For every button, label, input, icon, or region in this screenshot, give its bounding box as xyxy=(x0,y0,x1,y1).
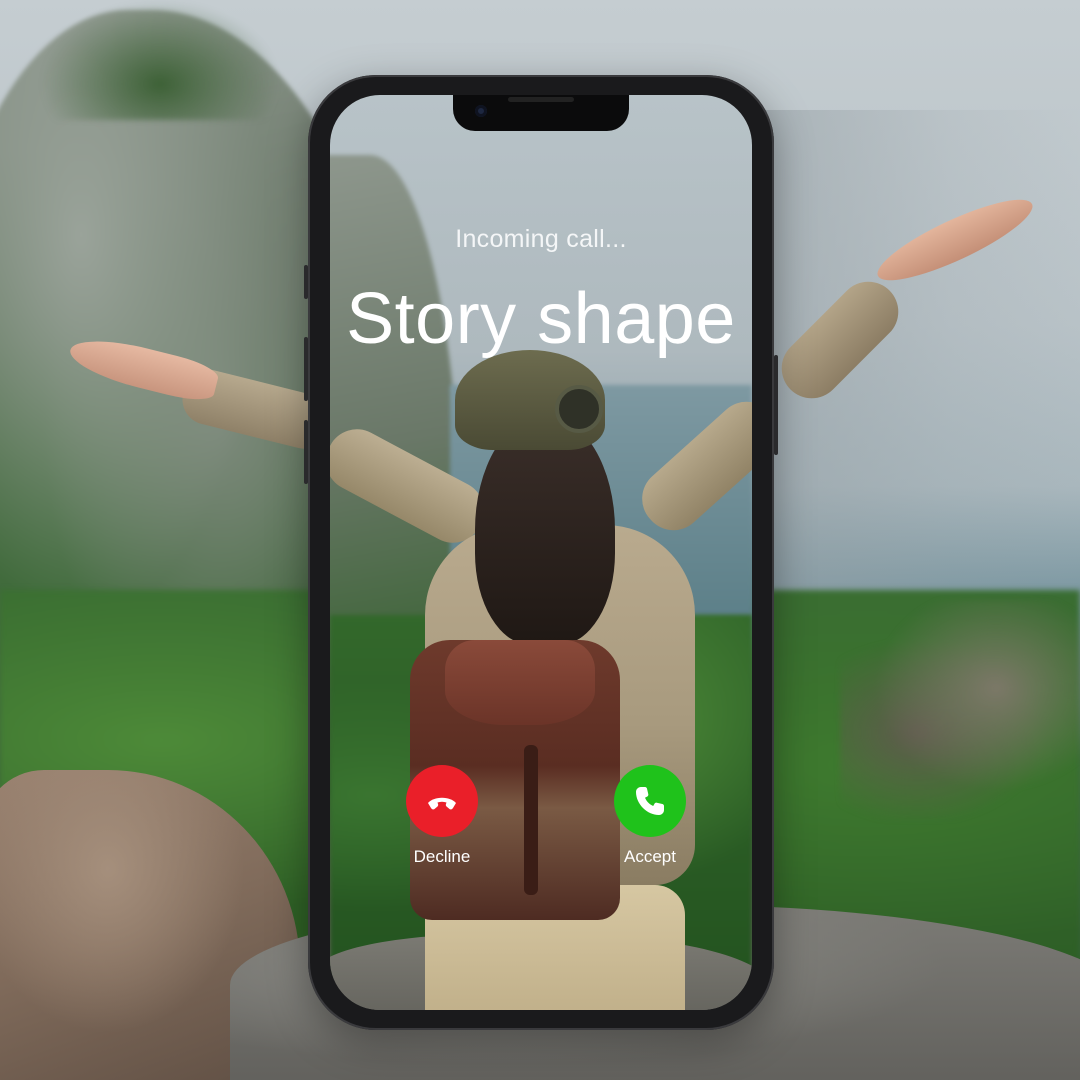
phone-icon xyxy=(636,787,664,815)
earpiece-speaker xyxy=(508,97,574,102)
cap-goggles xyxy=(555,385,603,433)
arm-right-outside xyxy=(769,185,1050,470)
call-status: Incoming call... xyxy=(455,225,627,253)
rocks-right xyxy=(840,600,1080,820)
phone-hangup-icon xyxy=(428,797,456,810)
accept-label: Accept xyxy=(624,847,676,866)
backpack-strap xyxy=(524,745,538,895)
decline-action: Decline xyxy=(392,765,492,867)
decline-button[interactable] xyxy=(406,765,478,837)
volume-up-button xyxy=(304,265,308,299)
phone-frame: Incoming call... Story shape Decline Acc… xyxy=(304,75,778,1030)
notch xyxy=(453,95,629,131)
phone-screen: Incoming call... Story shape Decline Acc… xyxy=(330,95,752,1010)
cliff-trees xyxy=(40,0,280,120)
front-camera-icon xyxy=(475,105,487,117)
decline-label: Decline xyxy=(413,847,471,866)
mute-switch xyxy=(304,420,308,484)
caller-name: Story shape xyxy=(346,279,736,359)
volume-down-button xyxy=(304,337,308,401)
accept-action: Accept xyxy=(600,765,700,867)
accept-button[interactable] xyxy=(614,765,686,837)
backpack-flap xyxy=(445,640,595,725)
hiker-arm-right xyxy=(629,389,752,543)
sleeve-right xyxy=(769,269,911,411)
power-button xyxy=(774,355,778,455)
